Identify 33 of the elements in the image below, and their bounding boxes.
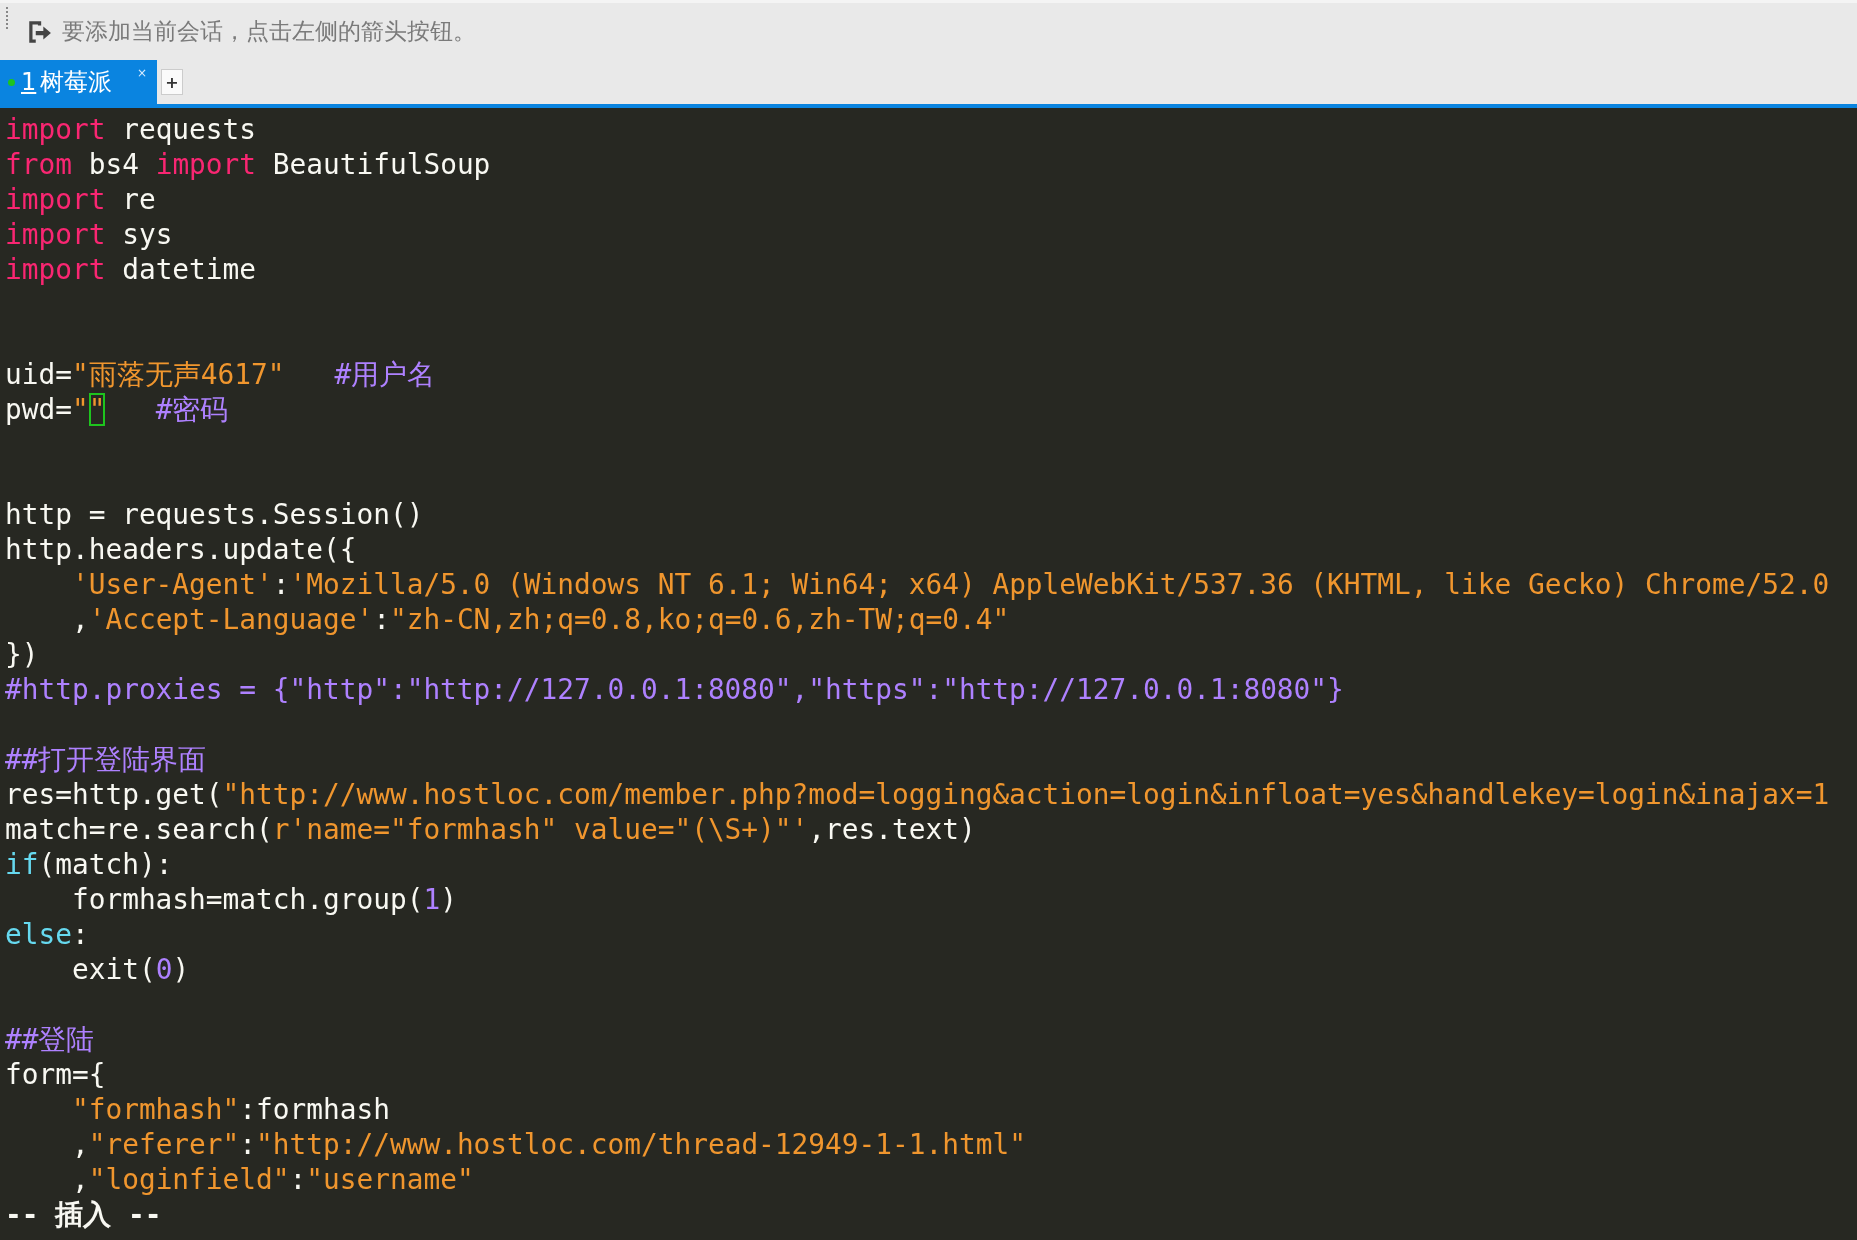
code-line: http.headers.update({ [5, 532, 358, 567]
code-line: exit(0) [70, 952, 191, 987]
code-line: import requests [5, 112, 258, 147]
code-line: else: [5, 917, 90, 952]
code-line: if(match): [5, 847, 174, 882]
code-line: #http.proxies = {"http":"http://127.0.0.1:8080","https":"http://127.0.0.1:8080"} [5, 672, 1345, 707]
code-line: ,'Accept-Language':"zh-CN,zh;q=0.8,ko;q=0.6,zh-TW;q=0.4" [70, 602, 1011, 637]
code-line: match=re.search(r'name="formhash" value="(\S+)"',res.text) [5, 812, 977, 847]
hint-text: 要添加当前会话，点击左侧的箭头按钮。 [62, 17, 476, 46]
code-line: uid="雨落无声4617" #用户名 [5, 357, 437, 392]
code-line: "formhash":formhash [70, 1092, 391, 1127]
code-line: pwd="" #密码 [5, 392, 230, 427]
session-arrow-icon[interactable] [26, 18, 52, 45]
tab-label: 树莓派 [40, 67, 113, 98]
session-tab[interactable]: 1 树莓派 × [0, 60, 157, 104]
code-line: res=http.get("http://www.hostloc.com/member.php?mod=logging&action=login&infloat=yes&handlekey=login&inajax=1 [5, 777, 1831, 812]
tab-number: 1 [21, 68, 37, 96]
code-line: ,"loginfield":"username" [70, 1162, 475, 1197]
code-line: http = requests.Session() [5, 497, 425, 532]
code-line: }) [5, 637, 40, 672]
code-line: form={ [5, 1057, 107, 1092]
code-line: 'User-Agent':'Mozilla/5.0 (Windows NT 6.1; Win64; x64) AppleWebKit/537.36 (KHTML, like Gecko) Chrome/52.0 [70, 567, 1831, 602]
code-line: ##登陆 [5, 1022, 96, 1057]
code-line: ##打开登陆界面 [5, 742, 208, 777]
code-line: ,"referer":"http://www.hostloc.com/thread-12949-1-1.html" [70, 1127, 1027, 1162]
code-line: formhash=match.group(1) [70, 882, 458, 917]
mode-indicator: -- 插入 -- [5, 1197, 163, 1232]
code-line: import sys [5, 217, 174, 252]
new-tab-button[interactable]: + [161, 69, 183, 95]
code-line: import datetime [5, 252, 258, 287]
code-line: from bs4 import BeautifulSoup [5, 147, 492, 182]
code-line: import re [5, 182, 157, 217]
close-button[interactable]: × [136, 66, 147, 80]
